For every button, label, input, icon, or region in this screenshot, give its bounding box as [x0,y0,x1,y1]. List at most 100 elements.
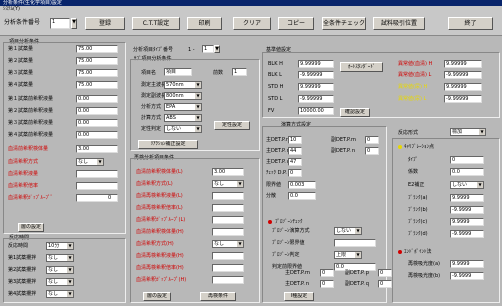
calc-input[interactable]: 47 [288,158,302,166]
endpoint-input[interactable]: -9.9999 [450,272,484,280]
item-name-input[interactable]: 項目 [164,68,192,76]
toolbar-button-5[interactable]: 全条件チェック [322,17,366,30]
item-condition-input[interactable]: 0.00 [76,107,118,115]
abnormal-input[interactable]: -9.99999 [444,71,482,79]
reaction-correction-button[interactable]: ﾘｱｸｼｮﾝ補正設定 [138,140,198,149]
det-label: 主DET.P.ｍ [285,270,310,276]
rerun-input[interactable] [212,252,244,260]
reaction-time-select[interactable]: 10分 [46,242,74,250]
rerun-input[interactable] [212,204,244,212]
abnormal-input[interactable]: 9.99999 [444,83,482,91]
endpoint-input[interactable]: 9.9999 [450,260,484,268]
item-layer-button[interactable]: 層の設定 [18,223,44,232]
sub-condition-label: 測定主波長 [141,82,167,88]
prozone-input[interactable]: 上限 [334,251,362,259]
toolbar-button-3[interactable]: クリア [233,17,271,30]
sub-condition-select[interactable]: 800nm [164,92,202,100]
toolbar-button-6[interactable]: 試料吸引位置 [373,17,425,30]
reference-input[interactable]: -9.99999 [298,71,334,79]
reaction-input[interactable]: 9.9999 [450,218,484,226]
toolbar-button-1[interactable]: C.T.T設定 [132,17,180,30]
calc-input[interactable]: 0.003 [288,181,316,189]
calc-input[interactable]: 44 [288,147,302,155]
calc-input[interactable]: 0.0 [288,192,316,200]
item-condition-input[interactable]: 75.00 [76,81,118,89]
reaction-time-select[interactable]: なし [46,278,74,286]
item-condition-input[interactable]: 75.00 [76,45,118,53]
sub-condition-select[interactable]: EPA [164,103,202,111]
abnormal-input[interactable]: -9.99999 [444,95,482,103]
det-input[interactable]: 0 [320,280,334,288]
sub-condition-select[interactable]: しない [164,125,202,133]
reaction-label: 係数 [408,169,419,175]
reaction-input[interactable]: 0 [450,156,484,164]
menu-bar[interactable]: ｼｽﾃﾑ(Y) [0,6,502,13]
reference-input[interactable]: 10000.00 [298,107,334,115]
det-input-2[interactable]: 0 [378,280,392,288]
rerun-input[interactable] [212,264,244,272]
item-condition-input[interactable] [76,182,118,190]
reaction-input[interactable]: しない [450,181,484,189]
item-condition-input[interactable]: なし [76,158,104,166]
item-condition-input[interactable] [76,170,118,178]
item-condition-input[interactable]: 0.00 [76,131,118,139]
rerun-conditions-button[interactable]: 再検条件 [200,292,236,301]
item-condition-label: 第４試薬前希釈液量 [8,132,54,138]
abnormal-label: 異常値(血清) H [398,61,433,67]
rerun-input[interactable] [212,276,244,284]
reference-input[interactable]: -9.99999 [298,95,334,103]
abnormal-input[interactable]: 9.99999 [444,60,482,68]
prefix-input[interactable]: 1 [232,68,247,76]
item-condition-input[interactable]: 75.00 [76,57,118,65]
prozone-input[interactable]: しない [334,227,362,235]
rerun-layer-button[interactable]: 層の設定 [143,292,171,301]
prozone-input[interactable] [334,239,376,247]
reaction-input[interactable]: 9.9999 [450,194,484,202]
rerun-input[interactable]: なし [212,180,244,188]
reaction-input[interactable]: 0.0 [450,168,484,176]
toolbar-button-2[interactable]: 印刷 [187,17,222,30]
calc-input-2[interactable]: 0 [365,136,379,144]
reaction-input[interactable]: -9.9999 [450,206,484,214]
calc-input-2[interactable]: 0 [365,147,379,155]
sub-condition-select[interactable]: 570nm [164,81,202,89]
qual-settings-button[interactable]: 定性設定 [214,121,250,130]
calc-input[interactable]: 10 [288,136,302,144]
analysis-type-input[interactable]: 1 [202,45,214,53]
analysis-type-dropdown[interactable]: ▼ [214,45,220,53]
auto-standard-button[interactable]: ｵｰﾄｽﾀﾝﾀﾞｰﾄﾞ [340,62,383,72]
rerun-input[interactable] [212,192,244,200]
line-settings-button[interactable]: I種設定 [284,292,314,301]
analysis-no-dropdown[interactable]: ▼ [71,18,77,29]
calc-input[interactable]: 0 [288,169,302,177]
rerun-input[interactable] [212,216,244,224]
calc-label-2: 副DET.P.ｎ [331,148,356,154]
reference-input[interactable]: 9.99999 [298,60,334,68]
analysis-no-input[interactable]: 1 [50,18,70,29]
item-condition-label: 血清希釈液量 [8,171,39,177]
reaction-label: ﾌﾞﾗﾝｸ(c) [408,219,428,225]
reaction-time-select[interactable]: なし [46,290,74,298]
rerun-input[interactable]: 3.00 [212,168,244,176]
item-condition-input[interactable]: 75.00 [76,69,118,77]
reaction-input[interactable]: -9.9999 [450,230,484,238]
reaction-label: E2補正 [408,182,425,188]
toolbar-button-7[interactable]: 終了 [448,17,493,30]
prefix-label: 前数 [213,70,224,76]
item-condition-input[interactable]: 0.00 [76,119,118,127]
reaction-time-select[interactable]: なし [46,266,74,274]
reaction-type-select[interactable]: 標加 [450,128,486,136]
item-condition-input[interactable]: 0.00 [76,95,118,103]
reaction-time-select[interactable]: なし [46,254,74,262]
det-input-2[interactable]: 0 [378,269,392,277]
toolbar-button-4[interactable]: コピー [278,17,314,30]
rerun-input[interactable]: なし [212,240,244,248]
reference-input[interactable]: 9.99999 [298,83,334,91]
item-condition-input[interactable]: 3.00 [76,145,118,153]
toolbar-button-0[interactable]: 登録 [85,17,125,30]
check-settings-button[interactable]: 確認設定 [340,108,370,117]
det-input[interactable]: 0 [320,269,334,277]
rerun-input[interactable] [212,228,244,236]
sub-condition-select[interactable]: ABS [164,114,202,122]
item-condition-input[interactable] [76,194,118,202]
